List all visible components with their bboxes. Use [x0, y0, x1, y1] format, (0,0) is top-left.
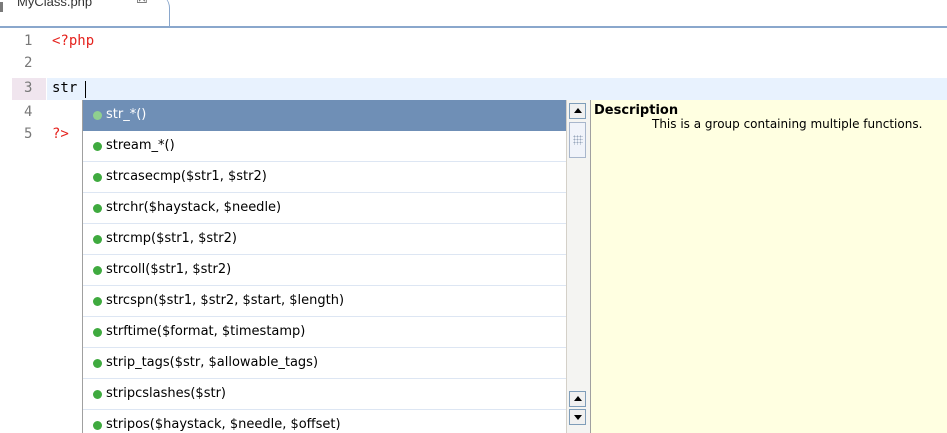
proposal-item[interactable]: stripos($haystack, $needle, $offset) — [83, 410, 566, 433]
proposal-label: stream_*() — [106, 138, 175, 153]
proposal-item[interactable]: strip_tags($str, $allowable_tags) — [83, 348, 566, 379]
function-dot-icon — [93, 204, 102, 213]
function-dot-icon — [93, 111, 102, 120]
close-icon[interactable]: ☒ — [136, 0, 148, 7]
text-caret — [85, 81, 86, 98]
proposals-scrollbar[interactable] — [566, 100, 590, 433]
scroll-up-button[interactable] — [569, 103, 586, 119]
proposal-label: strftime($format, $timestamp) — [106, 324, 306, 339]
description-title: Description — [594, 103, 679, 118]
scroll-up-button-bottom[interactable] — [569, 391, 586, 407]
function-dot-icon — [93, 421, 102, 430]
proposal-item[interactable]: strchr($haystack, $needle) — [83, 193, 566, 224]
completion-proposals-list[interactable]: str_*() stream_*() strcasecmp($str1, $st… — [82, 100, 566, 433]
code-line-current[interactable]: 3 str — [0, 78, 947, 100]
proposal-item[interactable]: strcmp($str1, $str2) — [83, 224, 566, 255]
proposal-item[interactable]: stream_*() — [83, 131, 566, 162]
function-dot-icon — [93, 328, 102, 337]
description-body: This is a group containing multiple func… — [652, 117, 923, 131]
grip-icon — [573, 135, 583, 145]
proposal-label: str_*() — [106, 107, 147, 122]
proposal-item[interactable]: strftime($format, $timestamp) — [83, 317, 566, 348]
tab-title: MyClass.php — [17, 0, 93, 9]
function-dot-icon — [93, 390, 102, 399]
proposal-item[interactable]: strcasecmp($str1, $str2) — [83, 162, 566, 193]
proposal-label: strcoll($str1, $str2) — [106, 262, 232, 277]
function-dot-icon — [93, 266, 102, 275]
proposal-item[interactable]: strcoll($str1, $str2) — [83, 255, 566, 286]
code-line[interactable]: 2 — [0, 53, 947, 75]
arrow-up-icon — [574, 108, 582, 113]
proposal-item[interactable]: stripcslashes($str) — [83, 379, 566, 410]
proposal-label: strchr($haystack, $needle) — [106, 200, 282, 215]
line-number: 2 — [24, 55, 33, 71]
function-dot-icon — [93, 235, 102, 244]
code-text: str — [52, 80, 78, 96]
description-pane: Description This is a group containing m… — [590, 100, 947, 433]
line-number: 4 — [24, 104, 33, 120]
proposal-label: strcspn($str1, $str2, $start, $length) — [106, 293, 345, 308]
line-number: 1 — [24, 33, 33, 49]
line-number: 3 — [24, 80, 33, 96]
code-line[interactable]: 1 <?php — [0, 31, 947, 53]
arrow-up-icon — [574, 396, 582, 401]
function-dot-icon — [93, 297, 102, 306]
arrow-down-icon — [574, 415, 582, 420]
proposal-label: strcmp($str1, $str2) — [106, 231, 237, 246]
tab-myclass-php[interactable]: MyClass.php ☒ — [0, 0, 170, 26]
line-number: 5 — [24, 126, 33, 142]
code-text: ?> — [52, 126, 69, 142]
scroll-down-button[interactable] — [569, 409, 586, 425]
proposal-item[interactable]: strcspn($str1, $str2, $start, $length) — [83, 286, 566, 317]
proposal-label: strcasecmp($str1, $str2) — [106, 169, 267, 184]
function-dot-icon — [93, 173, 102, 182]
proposal-label: stripcslashes($str) — [106, 386, 226, 401]
scroll-thumb[interactable] — [569, 122, 586, 158]
function-dot-icon — [93, 142, 102, 151]
function-dot-icon — [93, 359, 102, 368]
editor-tab-strip: MyClass.php ☒ — [0, 0, 947, 28]
proposal-item[interactable]: str_*() — [83, 100, 566, 131]
code-text: <?php — [52, 33, 95, 49]
proposal-label: stripos($haystack, $needle, $offset) — [106, 417, 341, 432]
proposal-label: strip_tags($str, $allowable_tags) — [106, 355, 319, 370]
tab-marker — [0, 2, 3, 12]
